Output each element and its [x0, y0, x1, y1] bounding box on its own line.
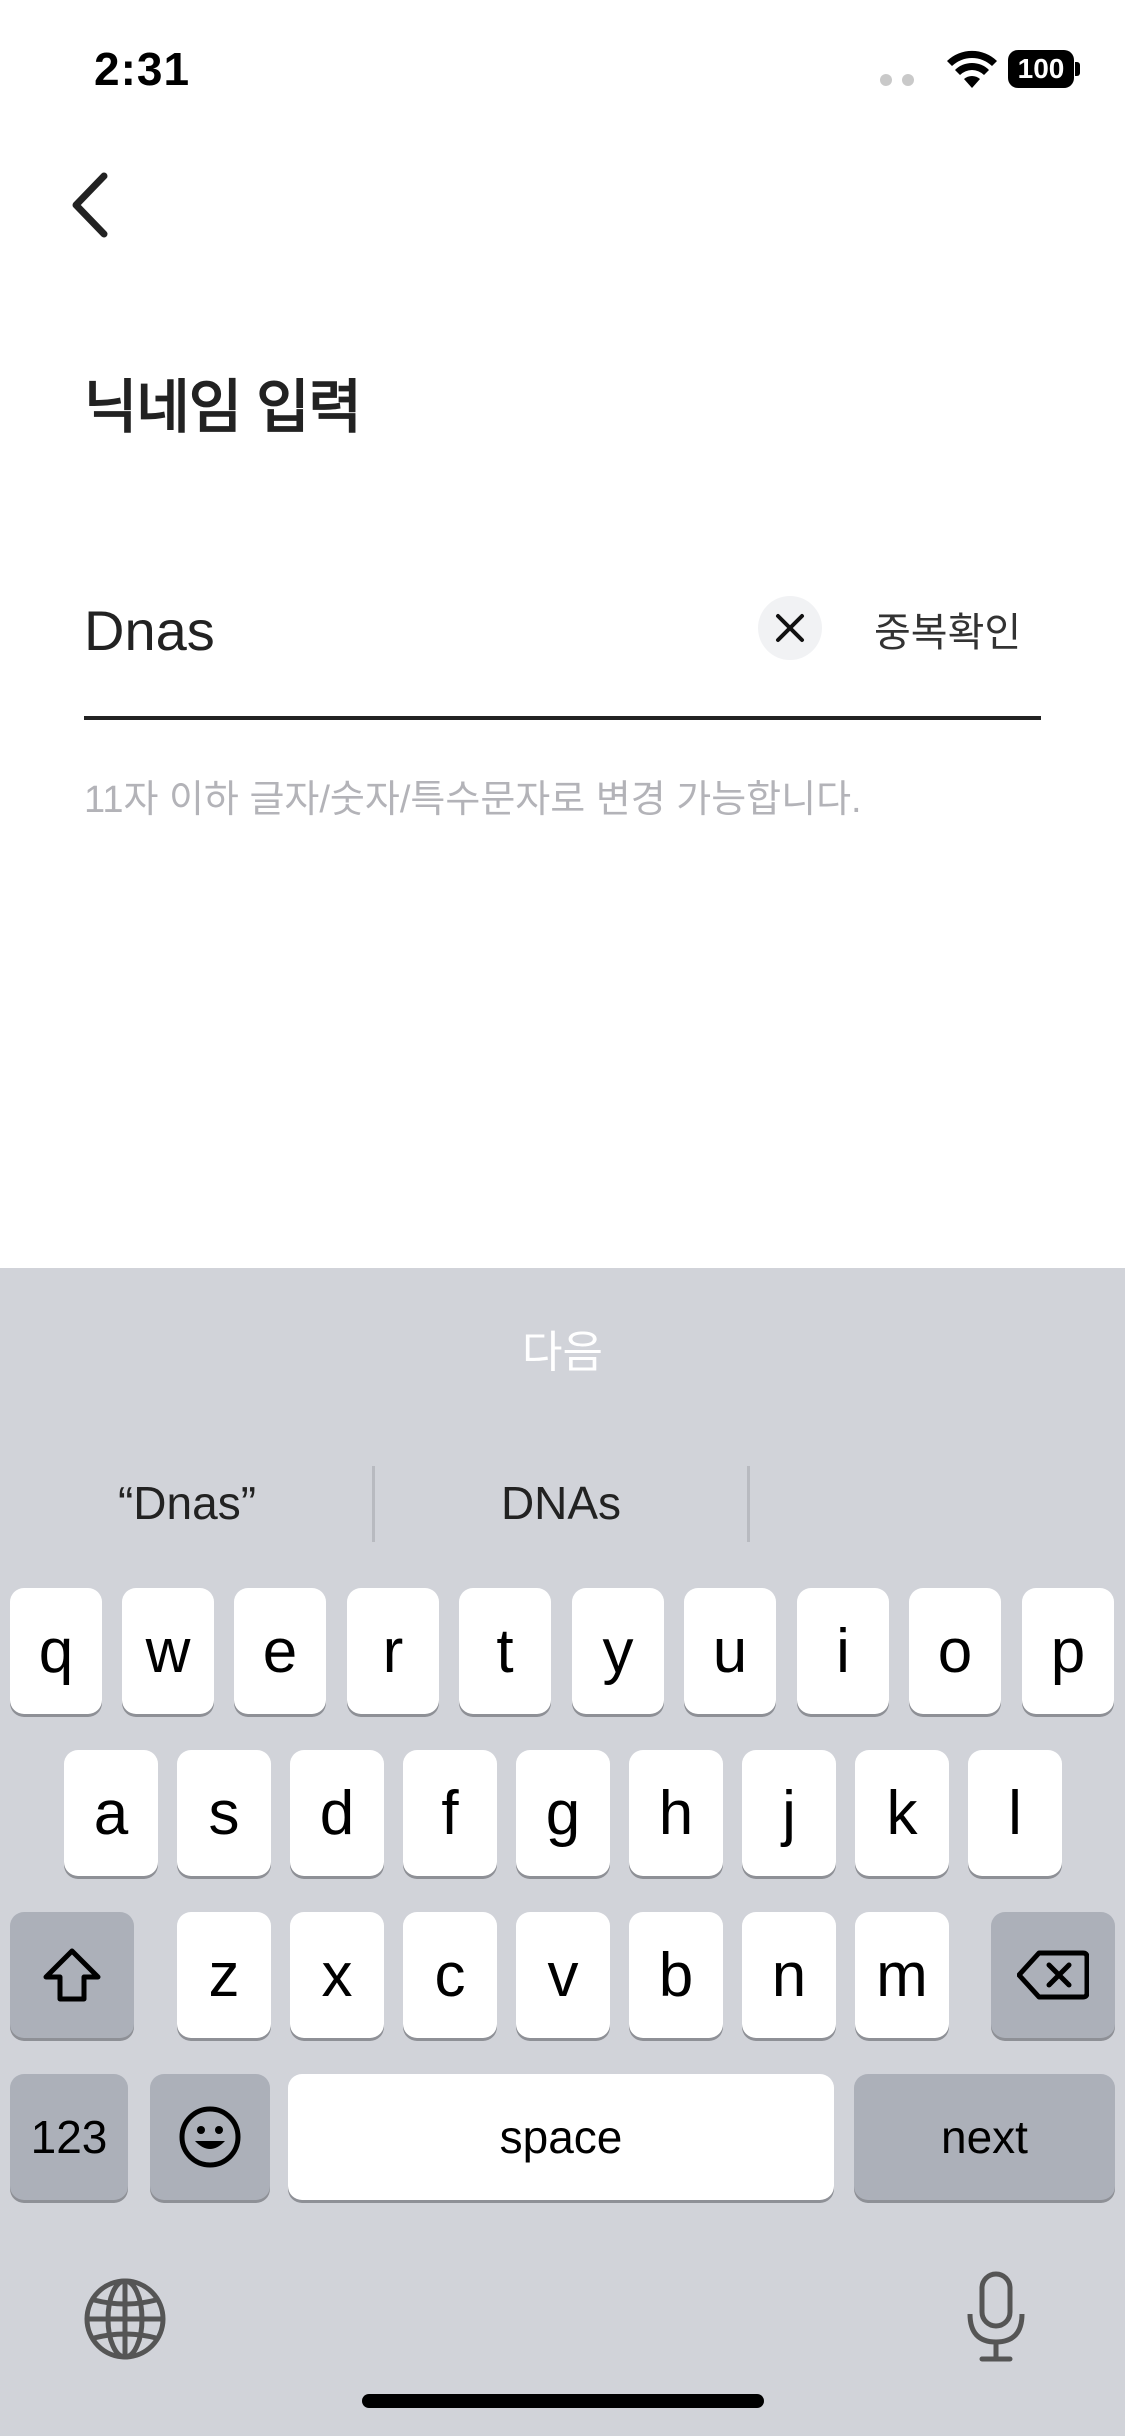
clear-input-button[interactable] — [758, 596, 822, 660]
status-bar: 2:31 100 — [0, 0, 1125, 140]
key-k[interactable]: k — [855, 1750, 949, 1876]
key-a[interactable]: a — [64, 1750, 158, 1876]
emoji-key[interactable] — [150, 2074, 270, 2200]
key-f[interactable]: f — [403, 1750, 497, 1876]
key-r[interactable]: r — [347, 1588, 439, 1714]
suggestion-item[interactable] — [748, 1428, 1125, 1578]
delete-key[interactable] — [991, 1912, 1115, 2038]
next-key[interactable]: next — [854, 2074, 1115, 2200]
key-x[interactable]: x — [290, 1912, 384, 2038]
key-g[interactable]: g — [516, 1750, 610, 1876]
key-m[interactable]: m — [855, 1912, 949, 2038]
key-y[interactable]: y — [572, 1588, 664, 1714]
key-d[interactable]: d — [290, 1750, 384, 1876]
suggestion-divider — [372, 1466, 375, 1542]
page-title: 닉네임 입력 — [84, 375, 362, 440]
nickname-input[interactable] — [84, 580, 724, 680]
field-underline — [84, 716, 1041, 720]
chevron-left-icon — [72, 172, 108, 238]
wifi-icon — [947, 50, 997, 88]
key-n[interactable]: n — [742, 1912, 836, 2038]
key-b[interactable]: b — [629, 1912, 723, 2038]
suggestion-divider — [747, 1466, 750, 1542]
home-indicator[interactable] — [362, 2394, 764, 2408]
duplicate-check-button[interactable]: 중복확인 — [874, 600, 1021, 658]
key-p[interactable]: p — [1022, 1588, 1114, 1714]
suggestion-item[interactable]: DNAs — [374, 1428, 748, 1578]
suggestion-bar: “Dnas” DNAs — [0, 1428, 1125, 1578]
backspace-icon — [1017, 1950, 1089, 2000]
key-u[interactable]: u — [684, 1588, 776, 1714]
microphone-icon — [967, 2271, 1025, 2362]
toolbar-next-button[interactable]: 다음 — [0, 1268, 1125, 1428]
key-w[interactable]: w — [122, 1588, 214, 1714]
key-e[interactable]: e — [234, 1588, 326, 1714]
key-c[interactable]: c — [403, 1912, 497, 2038]
key-l[interactable]: l — [968, 1750, 1062, 1876]
shift-icon — [43, 1948, 101, 2002]
emoji-icon — [179, 2106, 241, 2168]
nickname-field: 중복확인 — [84, 560, 1041, 720]
globe-button[interactable] — [82, 2276, 168, 2362]
key-h[interactable]: h — [629, 1750, 723, 1876]
key-j[interactable]: j — [742, 1750, 836, 1876]
battery-icon: 100 — [1008, 50, 1080, 88]
suggestion-item[interactable]: “Dnas” — [0, 1428, 374, 1578]
key-i[interactable]: i — [797, 1588, 889, 1714]
key-q[interactable]: q — [10, 1588, 102, 1714]
status-time: 2:31 — [94, 43, 191, 95]
back-button[interactable] — [50, 160, 130, 250]
cellular-signal-icon — [880, 74, 914, 86]
key-s[interactable]: s — [177, 1750, 271, 1876]
globe-icon — [84, 2278, 166, 2360]
numbers-key[interactable]: 123 — [10, 2074, 128, 2200]
key-t[interactable]: t — [459, 1588, 551, 1714]
key-v[interactable]: v — [516, 1912, 610, 2038]
shift-key[interactable] — [10, 1912, 134, 2038]
space-key[interactable]: space — [288, 2074, 834, 2200]
key-o[interactable]: o — [909, 1588, 1001, 1714]
key-z[interactable]: z — [177, 1912, 271, 2038]
keyboard: 다음 “Dnas” DNAs q w e r t y u i o p a s d… — [0, 1268, 1125, 2436]
battery-level: 100 — [1017, 53, 1065, 84]
close-icon — [776, 614, 804, 642]
helper-text: 11자 이하 글자/숫자/특수문자로 변경 가능합니다. — [84, 779, 862, 821]
dictation-button[interactable] — [964, 2270, 1028, 2364]
